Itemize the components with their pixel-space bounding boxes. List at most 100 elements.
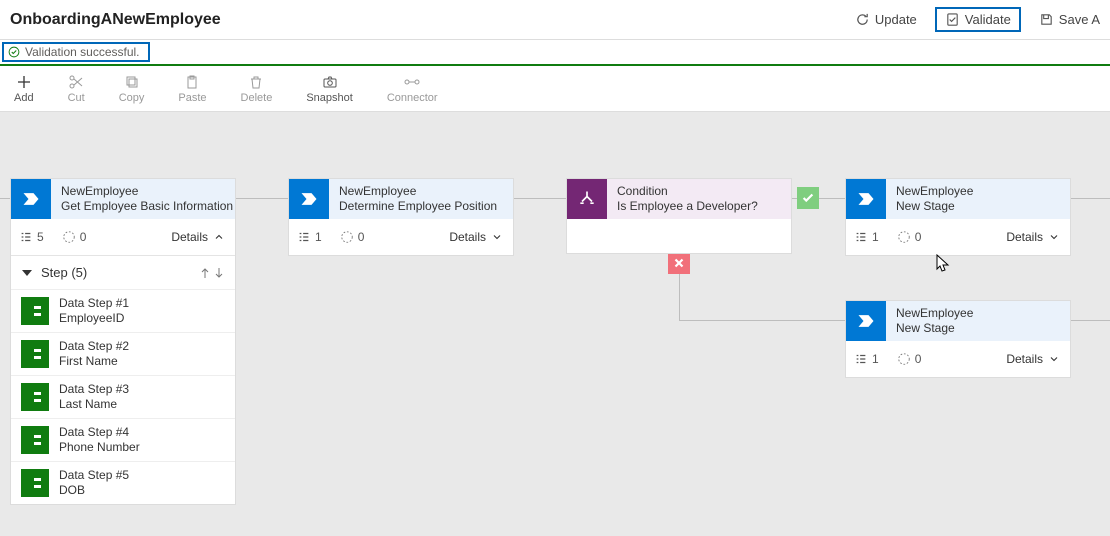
steps-header[interactable]: Step (5) <box>11 255 235 289</box>
connector-line <box>236 198 288 199</box>
stage-icon <box>846 179 886 219</box>
paste-button[interactable]: Paste <box>178 74 206 104</box>
add-label: Add <box>14 92 34 104</box>
stage-card[interactable]: NewEmployee New Stage 1 0 Details <box>845 300 1071 378</box>
flow-title[interactable]: OnboardingANewEmployee <box>10 11 227 29</box>
collapse-caret-icon <box>21 267 33 279</box>
add-button[interactable]: Add <box>14 74 34 104</box>
branch-count: 0 <box>62 230 87 244</box>
toolbar: Add Cut Copy Paste Delete Snapshot Conne… <box>0 66 1110 112</box>
sort-icons[interactable] <box>199 267 225 279</box>
data-step-icon <box>21 426 49 454</box>
update-label: Update <box>875 12 917 27</box>
titlebar: OnboardingANewEmployee Update Validate S… <box>0 0 1110 40</box>
stage-card[interactable]: NewEmployee Get Employee Basic Informati… <box>10 178 236 505</box>
step-row[interactable]: Data Step #5DOB <box>11 461 235 504</box>
stage-entity: NewEmployee <box>896 184 973 199</box>
x-icon <box>672 256 686 270</box>
details-toggle[interactable]: Details <box>449 230 503 244</box>
step-row[interactable]: Data Step #3Last Name <box>11 375 235 418</box>
delete-button[interactable]: Delete <box>241 74 273 104</box>
chevron-up-icon <box>213 231 225 243</box>
connector-line <box>679 320 845 321</box>
camera-icon <box>322 74 338 90</box>
cut-button[interactable]: Cut <box>68 74 85 104</box>
step-row[interactable]: Data Step #2First Name <box>11 332 235 375</box>
chevron-down-icon <box>491 231 503 243</box>
stage-entity: NewEmployee <box>896 306 973 321</box>
condition-yes-badge <box>797 187 819 209</box>
stage-name: Get Employee Basic Information <box>61 199 233 214</box>
data-step-icon <box>21 383 49 411</box>
list-icon <box>297 230 311 244</box>
stage-icon <box>846 301 886 341</box>
branch-count: 0 <box>897 230 922 244</box>
step-row[interactable]: Data Step #1EmployeeID <box>11 289 235 332</box>
condition-label: Condition <box>617 184 758 199</box>
stage-icon <box>11 179 51 219</box>
details-toggle[interactable]: Details <box>1006 352 1060 366</box>
connector-line <box>1071 320 1110 321</box>
process-canvas[interactable]: NewEmployee Get Employee Basic Informati… <box>0 112 1110 536</box>
branch-icon <box>62 230 76 244</box>
condition-icon <box>567 179 607 219</box>
condition-header[interactable]: Condition Is Employee a Developer? <box>567 179 791 219</box>
update-button[interactable]: Update <box>855 12 917 27</box>
branch-count: 0 <box>897 352 922 366</box>
refresh-icon <box>855 12 870 27</box>
data-step-icon <box>21 297 49 325</box>
condition-name: Is Employee a Developer? <box>617 199 758 214</box>
copy-icon <box>124 74 140 90</box>
branch-count: 0 <box>340 230 365 244</box>
details-toggle[interactable]: Details <box>171 230 225 244</box>
clipboard-icon <box>184 74 200 90</box>
connector-line <box>0 198 10 199</box>
stage-name: Determine Employee Position <box>339 199 497 214</box>
validation-notice-text: Validation successful. <box>25 45 140 59</box>
copy-button[interactable]: Copy <box>119 74 145 104</box>
snapshot-label: Snapshot <box>306 92 352 104</box>
step-count: 1 <box>297 230 322 244</box>
connector-line <box>1071 198 1110 199</box>
connector-label: Connector <box>387 92 438 104</box>
steps-header-text: Step (5) <box>41 265 87 280</box>
condition-card[interactable]: Condition Is Employee a Developer? <box>566 178 792 254</box>
stage-name: New Stage <box>896 199 973 214</box>
step-count: 1 <box>854 230 879 244</box>
details-toggle[interactable]: Details <box>1006 230 1060 244</box>
step-count: 5 <box>19 230 44 244</box>
paste-label: Paste <box>178 92 206 104</box>
trash-icon <box>248 74 264 90</box>
save-icon <box>1039 12 1054 27</box>
stage-header[interactable]: NewEmployee Determine Employee Position <box>289 179 513 219</box>
copy-label: Copy <box>119 92 145 104</box>
validate-button[interactable]: Validate <box>935 7 1021 32</box>
save-button[interactable]: Save A <box>1039 12 1100 27</box>
branch-icon <box>897 352 911 366</box>
cut-label: Cut <box>68 92 85 104</box>
stage-name: New Stage <box>896 321 973 336</box>
connector-button[interactable]: Connector <box>387 74 438 104</box>
arrow-down-icon <box>213 267 225 279</box>
check-icon <box>801 191 815 205</box>
list-icon <box>854 230 868 244</box>
header-actions: Update Validate Save A <box>855 7 1100 32</box>
stage-card[interactable]: NewEmployee Determine Employee Position … <box>288 178 514 256</box>
stage-card[interactable]: NewEmployee New Stage 1 0 Details <box>845 178 1071 256</box>
plus-icon <box>16 74 32 90</box>
stage-entity: NewEmployee <box>61 184 233 199</box>
step-row[interactable]: Data Step #4Phone Number <box>11 418 235 461</box>
stage-header[interactable]: NewEmployee Get Employee Basic Informati… <box>11 179 235 219</box>
data-step-icon <box>21 469 49 497</box>
stage-header[interactable]: NewEmployee New Stage <box>846 179 1070 219</box>
step-count: 1 <box>854 352 879 366</box>
chevron-down-icon <box>1048 353 1060 365</box>
snapshot-button[interactable]: Snapshot <box>306 74 352 104</box>
stage-meta: 5 0 Details <box>11 219 235 255</box>
validate-label: Validate <box>965 12 1011 27</box>
stage-entity: NewEmployee <box>339 184 497 199</box>
scissors-icon <box>68 74 84 90</box>
stage-header[interactable]: NewEmployee New Stage <box>846 301 1070 341</box>
save-label: Save A <box>1059 12 1100 27</box>
chevron-down-icon <box>1048 231 1060 243</box>
